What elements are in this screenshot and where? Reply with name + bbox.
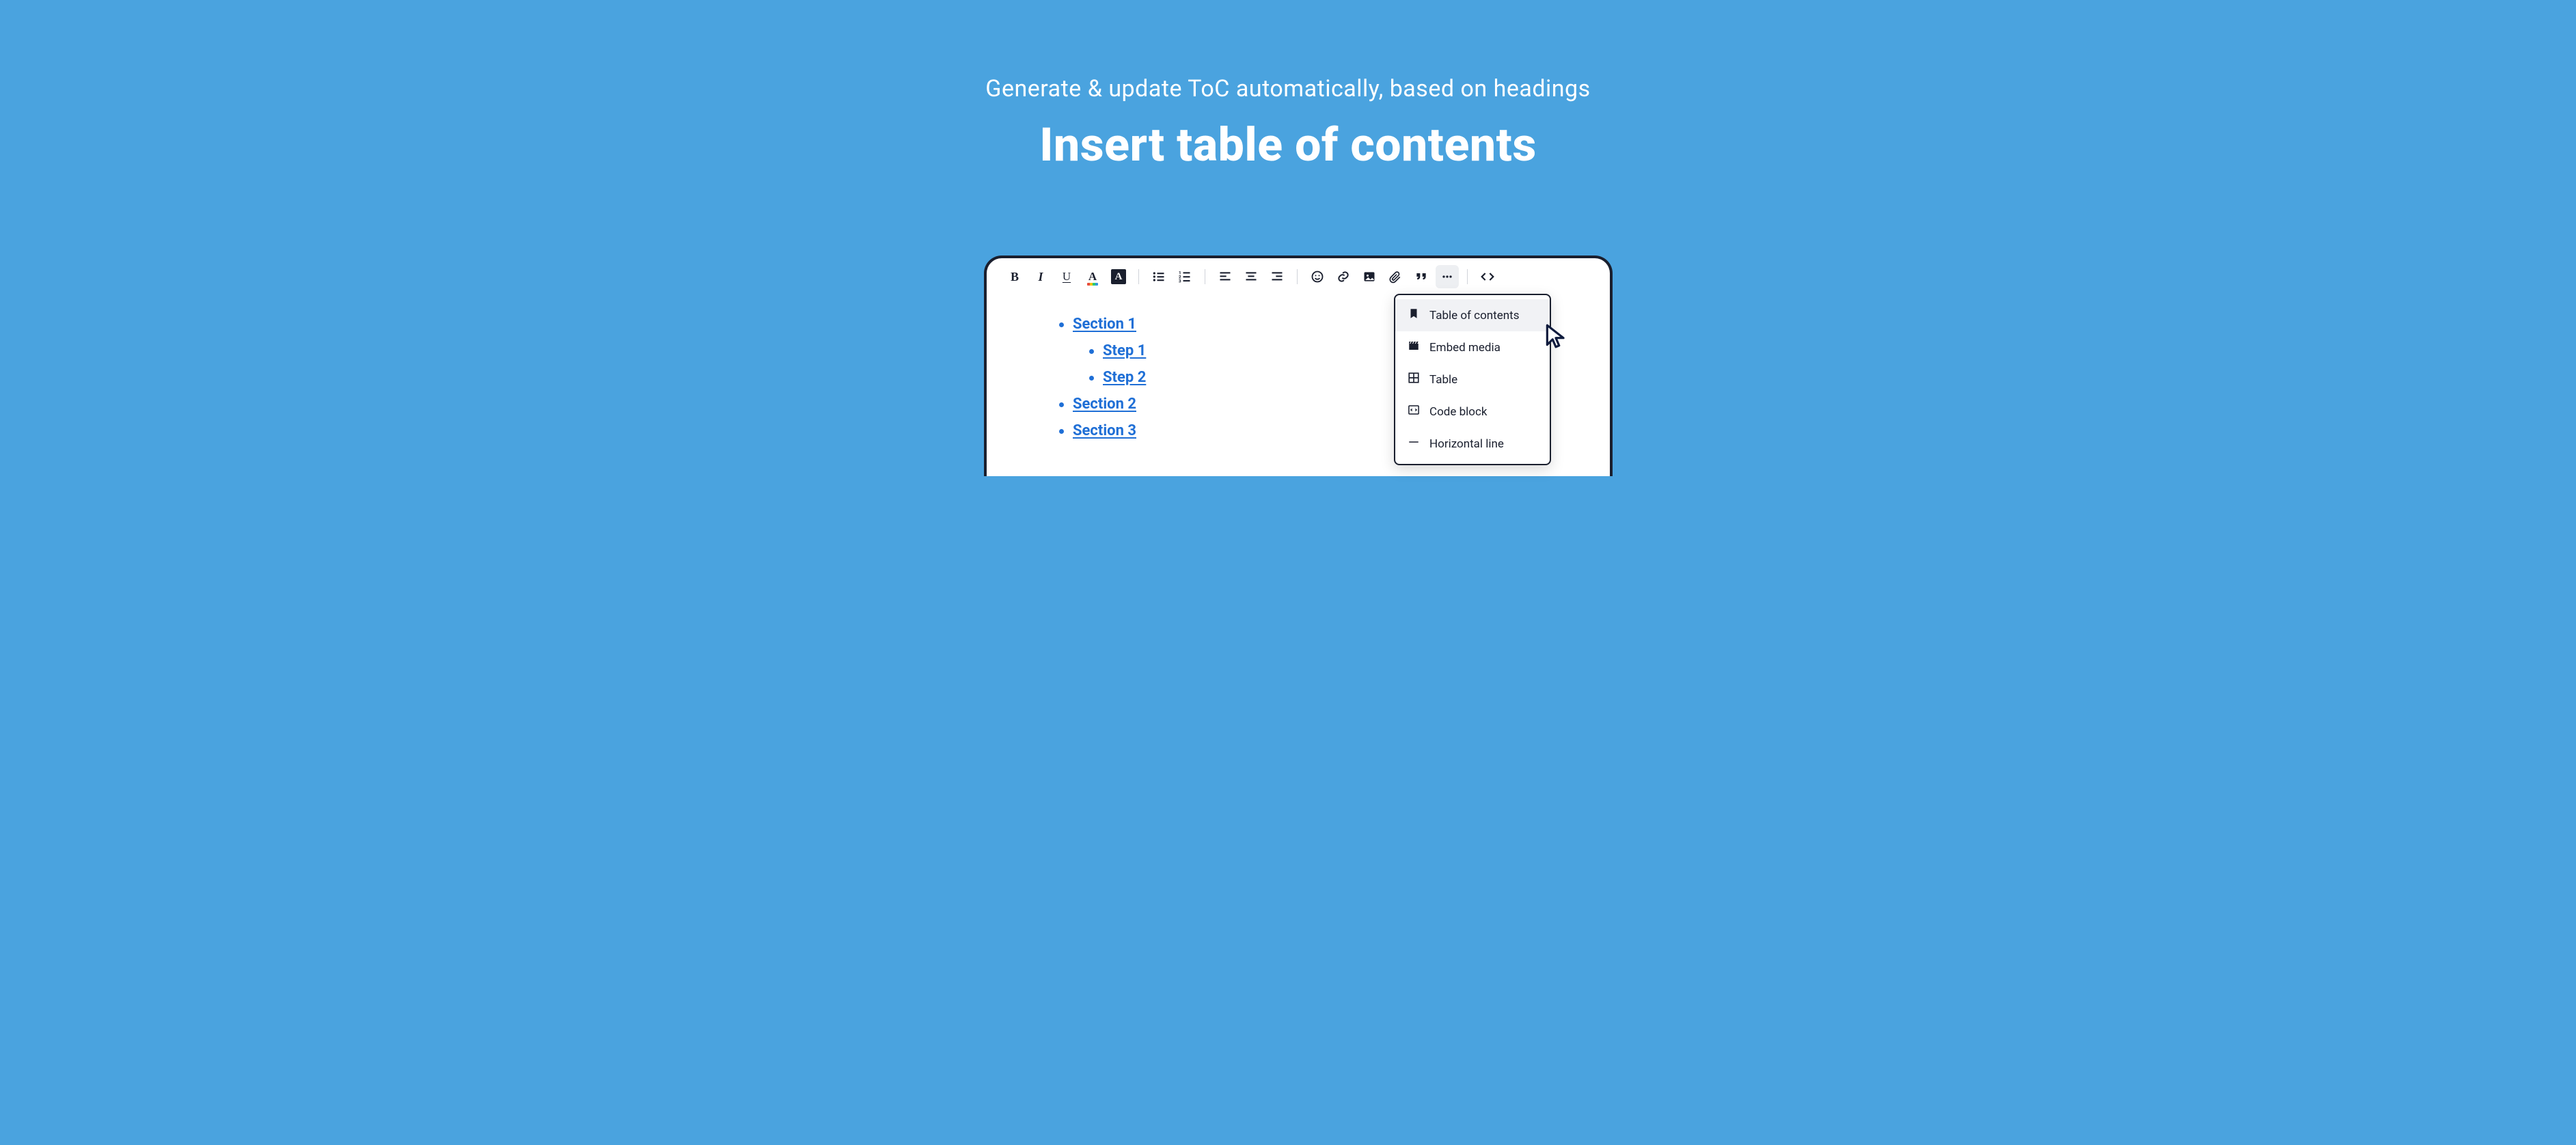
- dropdown-item-toc[interactable]: Table of contents: [1395, 299, 1550, 331]
- bg-color-button[interactable]: A: [1107, 265, 1130, 288]
- align-center-button[interactable]: [1239, 265, 1263, 288]
- underline-button[interactable]: U: [1055, 265, 1078, 288]
- dropdown-item-label: Code block: [1429, 405, 1487, 419]
- hero-title: Insert table of contents: [762, 118, 1814, 172]
- dropdown-item-label: Table of contents: [1429, 309, 1519, 322]
- toc-link[interactable]: Step 1: [1103, 342, 1146, 359]
- clapper-icon: [1408, 340, 1420, 355]
- code-view-button[interactable]: [1476, 265, 1499, 288]
- toolbar-divider: [1138, 269, 1139, 284]
- align-right-button[interactable]: [1265, 265, 1289, 288]
- toolbar-divider: [1467, 269, 1468, 284]
- cursor-pointer-icon: [1543, 322, 1569, 353]
- more-button[interactable]: [1436, 265, 1459, 288]
- toc-link[interactable]: Section 3: [1073, 422, 1136, 439]
- dropdown-item-codeblock[interactable]: Code block: [1395, 396, 1550, 428]
- toc-link[interactable]: Step 2: [1103, 369, 1146, 386]
- attachment-button[interactable]: [1384, 265, 1407, 288]
- emoji-button[interactable]: [1306, 265, 1329, 288]
- dropdown-item-label: Embed media: [1429, 341, 1501, 355]
- dropdown-item-label: Table: [1429, 373, 1457, 387]
- toc-link[interactable]: Section 2: [1073, 396, 1136, 413]
- dropdown-item-hr[interactable]: Horizontal line: [1395, 428, 1550, 460]
- italic-button[interactable]: I: [1029, 265, 1052, 288]
- svg-text:3: 3: [1179, 278, 1181, 284]
- align-left-button[interactable]: [1214, 265, 1237, 288]
- bookmark-icon: [1408, 307, 1420, 323]
- insert-dropdown: Table of contents Embed media Table Code…: [1394, 294, 1551, 465]
- bold-button[interactable]: B: [1003, 265, 1026, 288]
- dropdown-item-embed[interactable]: Embed media: [1395, 331, 1550, 363]
- grid-icon: [1408, 372, 1420, 387]
- numbered-list-button[interactable]: 123: [1173, 265, 1196, 288]
- link-button[interactable]: [1332, 265, 1355, 288]
- toc-link[interactable]: Section 1: [1073, 316, 1136, 333]
- toolbar: B I U A A 123: [987, 258, 1610, 295]
- image-button[interactable]: [1358, 265, 1381, 288]
- code-icon: [1408, 404, 1420, 419]
- bullet-list-button[interactable]: [1147, 265, 1170, 288]
- dropdown-item-table[interactable]: Table: [1395, 363, 1550, 396]
- text-color-button[interactable]: A: [1081, 265, 1104, 288]
- dropdown-item-label: Horizontal line: [1429, 437, 1504, 451]
- hr-icon: [1408, 436, 1420, 452]
- quote-button[interactable]: [1410, 265, 1433, 288]
- hero-subtitle: Generate & update ToC automatically, bas…: [762, 0, 1814, 102]
- editor-window: B I U A A 123: [984, 256, 1613, 476]
- toolbar-divider: [1297, 269, 1298, 284]
